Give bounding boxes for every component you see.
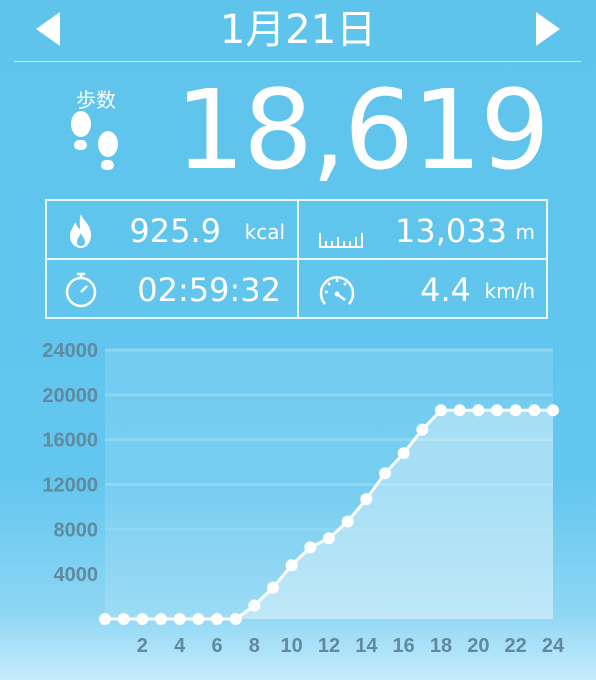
data-point [379,467,391,480]
y-tick-label: 24000 [42,340,98,362]
data-point [360,493,373,506]
ruler-icon [319,233,363,248]
calories-stat: 925.9 kcal [47,201,297,258]
steps-label: 歩数 [76,88,116,112]
data-point [211,613,223,625]
stopwatch-icon [65,272,97,308]
data-point [229,613,242,625]
data-point [323,532,335,545]
data-point [304,541,317,554]
x-tick-label: 16 [393,635,415,657]
date-header: 1月21日 [0,0,596,62]
y-tick-label: 16000 [42,430,98,452]
data-point [117,613,130,625]
x-tick-label: 20 [467,635,489,657]
data-point [285,559,298,572]
triangle-right-icon[interactable] [536,12,560,46]
y-tick-label: 8000 [54,519,99,541]
x-tick-label: 12 [318,635,340,657]
calories-unit: kcal [244,220,285,244]
distance-unit: m [515,220,535,244]
data-point [397,447,410,460]
speed-unit: km/h [484,279,535,303]
x-tick-label: 24 [542,635,565,657]
data-point [453,404,466,417]
data-point [472,404,485,417]
stats-panel: 925.9 kcal 13,033 m 02:59:32 4.4 km/h [45,199,548,319]
x-tick-label: 14 [355,635,378,657]
data-point [192,613,205,625]
data-point [155,613,167,625]
data-point [136,613,149,625]
x-tick-label: 8 [249,635,260,657]
date-title: 1月21日 [219,7,377,53]
y-tick-label: 20000 [42,385,98,407]
data-point [341,515,354,528]
calories-value: 925.9 [129,212,221,250]
y-tick-label: 12000 [42,475,98,497]
x-tick-label: 22 [505,635,527,657]
speed-value: 4.4 [420,271,471,309]
y-tick-label: 4000 [54,564,99,586]
steps-count: 18,619 [175,66,550,194]
data-point [99,613,111,625]
data-point [528,404,541,417]
header-divider [14,61,581,62]
x-tick-label: 2 [137,635,148,657]
distance-value: 13,033 [395,212,507,250]
data-point [416,423,429,436]
data-point [547,404,559,417]
speedometer-icon [319,276,355,305]
data-point [491,404,503,417]
footprints-icon [71,111,118,170]
x-tick-label: 10 [281,635,303,657]
distance-stat: 13,033 m [299,201,549,258]
x-tick-label: 6 [211,635,222,657]
data-point [267,581,279,594]
data-point [509,404,522,417]
speed-stat: 4.4 km/h [299,260,549,317]
x-tick-label: 4 [174,635,186,657]
data-point [248,599,261,612]
data-point [173,613,186,625]
duration-stat: 02:59:32 [47,260,297,317]
x-tick-label: 18 [430,635,452,657]
duration-value: 02:59:32 [137,271,281,309]
data-point [435,404,447,417]
flame-icon [70,214,91,248]
steps-chart: 40008000120001600020000240002 4 6 8 10 12 14 16… [42,340,565,657]
